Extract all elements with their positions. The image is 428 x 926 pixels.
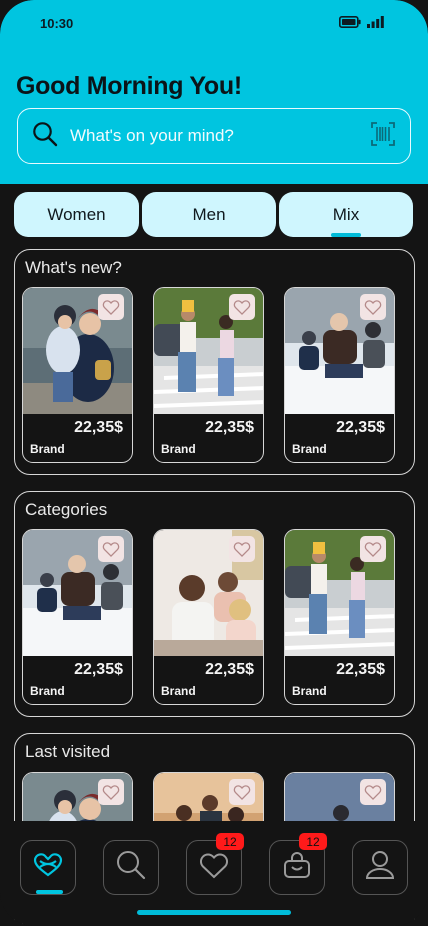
section-categories: Categories 22,35$ Brand 22,35$ Brand 22,… <box>14 491 415 717</box>
nav-bag-button[interactable]: 12 <box>269 833 327 895</box>
section-whats-new: What's new? 22,35$ Brand 22,35$ Brand 22… <box>14 249 415 475</box>
battery-icon <box>339 15 361 33</box>
nav-search-button[interactable] <box>103 840 159 895</box>
user-icon <box>364 849 396 886</box>
page-title: Good Morning You! <box>16 72 242 100</box>
product-card[interactable]: 22,35$ Brand <box>153 529 264 705</box>
tab-mix[interactable]: Mix <box>279 192 413 237</box>
barcode-scan-icon[interactable] <box>370 121 396 152</box>
heart-icon[interactable] <box>360 294 386 320</box>
search-input[interactable]: What's on your mind? <box>17 108 411 164</box>
product-brand: Brand <box>161 442 196 456</box>
tab-women[interactable]: Women <box>14 192 139 237</box>
section-title: Last visited <box>25 742 111 761</box>
tab-label: Women <box>47 204 106 224</box>
nav-home-button[interactable] <box>20 840 76 895</box>
favorites-count-badge: 12 <box>216 833 244 850</box>
heart-icon[interactable] <box>98 779 124 805</box>
product-card[interactable]: 22,35$ Brand <box>284 529 395 705</box>
heart-icon[interactable] <box>360 779 386 805</box>
product-brand: Brand <box>30 684 65 698</box>
tab-label: Mix <box>332 204 360 224</box>
product-card[interactable]: 22,35$ Brand <box>22 529 133 705</box>
app-screen: 10:30 Good Morning You! What's on your m… <box>0 0 428 926</box>
section-title: What's new? <box>25 258 122 277</box>
product-brand: Brand <box>292 442 327 456</box>
product-price: 22,35$ <box>74 661 123 678</box>
heart-icon[interactable] <box>229 294 255 320</box>
product-card[interactable]: 22,35$ Brand <box>284 287 395 463</box>
header: 10:30 Good Morning You! What's on your m… <box>0 0 428 184</box>
product-card[interactable]: 22,35$ Brand <box>153 287 264 463</box>
heart-icon[interactable] <box>229 536 255 562</box>
tab-label: Men <box>192 204 226 224</box>
search-icon <box>32 121 58 152</box>
product-brand: Brand <box>30 442 65 456</box>
search-icon <box>115 849 147 886</box>
nav-profile-button[interactable] <box>352 840 408 895</box>
product-price: 22,35$ <box>336 661 385 678</box>
shopping-bag-icon <box>281 850 313 885</box>
active-nav-indicator <box>36 890 63 894</box>
product-price: 22,35$ <box>74 419 123 436</box>
home-indicator <box>137 910 291 915</box>
heart-icon <box>198 850 230 885</box>
product-price: 22,35$ <box>336 419 385 436</box>
status-icons <box>339 15 384 33</box>
heart-icon[interactable] <box>229 779 255 805</box>
status-time: 10:30 <box>40 16 74 31</box>
active-tab-indicator <box>331 233 361 237</box>
heart-icon[interactable] <box>98 294 124 320</box>
bottom-nav: 12 12 <box>0 821 428 926</box>
nav-favorites-button[interactable]: 12 <box>186 833 244 895</box>
product-price: 22,35$ <box>205 419 254 436</box>
logo-icon <box>32 851 64 884</box>
search-placeholder: What's on your mind? <box>70 126 234 145</box>
heart-icon[interactable] <box>360 536 386 562</box>
product-brand: Brand <box>161 684 196 698</box>
product-price: 22,35$ <box>205 661 254 678</box>
bag-count-badge: 12 <box>299 833 327 850</box>
product-brand: Brand <box>292 684 327 698</box>
category-tabs: Women Men Mix <box>14 192 414 238</box>
signal-icon <box>367 15 384 33</box>
section-title: Categories <box>25 500 108 519</box>
product-card[interactable]: 22,35$ Brand <box>22 287 133 463</box>
tab-men[interactable]: Men <box>142 192 276 237</box>
heart-icon[interactable] <box>98 536 124 562</box>
